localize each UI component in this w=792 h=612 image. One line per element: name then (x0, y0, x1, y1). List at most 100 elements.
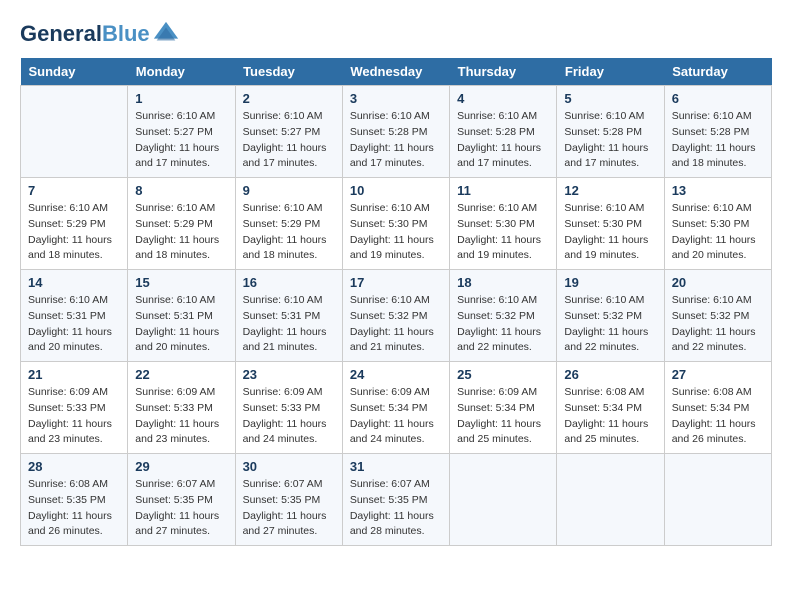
day-number: 12 (564, 183, 656, 198)
header-saturday: Saturday (664, 58, 771, 86)
day-number: 26 (564, 367, 656, 382)
day-number: 16 (243, 275, 335, 290)
day-cell: 26 Sunrise: 6:08 AMSunset: 5:34 PMDayligh… (557, 362, 664, 454)
day-cell: 6 Sunrise: 6:10 AMSunset: 5:28 PMDaylight… (664, 86, 771, 178)
header-monday: Monday (128, 58, 235, 86)
day-cell: 29 Sunrise: 6:07 AMSunset: 5:35 PMDayligh… (128, 454, 235, 546)
day-number: 23 (243, 367, 335, 382)
day-cell: 16 Sunrise: 6:10 AMSunset: 5:31 PMDayligh… (235, 270, 342, 362)
day-number: 10 (350, 183, 442, 198)
page-header: GeneralBlue (20, 20, 772, 48)
day-info: Sunrise: 6:10 AMSunset: 5:28 PMDaylight:… (350, 109, 442, 172)
day-number: 9 (243, 183, 335, 198)
day-info: Sunrise: 6:10 AMSunset: 5:29 PMDaylight:… (243, 201, 335, 264)
logo-icon (152, 20, 180, 48)
day-number: 15 (135, 275, 227, 290)
day-info: Sunrise: 6:07 AMSunset: 5:35 PMDaylight:… (350, 477, 442, 540)
day-number: 22 (135, 367, 227, 382)
day-info: Sunrise: 6:09 AMSunset: 5:34 PMDaylight:… (350, 385, 442, 448)
day-cell: 27 Sunrise: 6:08 AMSunset: 5:34 PMDayligh… (664, 362, 771, 454)
day-info: Sunrise: 6:10 AMSunset: 5:27 PMDaylight:… (243, 109, 335, 172)
day-number: 1 (135, 91, 227, 106)
header-wednesday: Wednesday (342, 58, 449, 86)
day-info: Sunrise: 6:10 AMSunset: 5:28 PMDaylight:… (564, 109, 656, 172)
day-cell: 23 Sunrise: 6:09 AMSunset: 5:33 PMDayligh… (235, 362, 342, 454)
day-number: 5 (564, 91, 656, 106)
header-row: SundayMondayTuesdayWednesdayThursdayFrid… (21, 58, 772, 86)
day-cell: 17 Sunrise: 6:10 AMSunset: 5:32 PMDayligh… (342, 270, 449, 362)
header-thursday: Thursday (450, 58, 557, 86)
day-cell: 19 Sunrise: 6:10 AMSunset: 5:32 PMDayligh… (557, 270, 664, 362)
day-cell (664, 454, 771, 546)
day-cell: 15 Sunrise: 6:10 AMSunset: 5:31 PMDayligh… (128, 270, 235, 362)
day-cell: 20Sunrise: 6:10 AMSunset: 5:32 PMDayligh… (664, 270, 771, 362)
week-row-2: 7 Sunrise: 6:10 AMSunset: 5:29 PMDaylight… (21, 178, 772, 270)
day-cell: 24 Sunrise: 6:09 AMSunset: 5:34 PMDayligh… (342, 362, 449, 454)
day-info: Sunrise: 6:10 AMSunset: 5:31 PMDaylight:… (28, 293, 120, 356)
day-number: 4 (457, 91, 549, 106)
week-row-4: 21 Sunrise: 6:09 AMSunset: 5:33 PMDayligh… (21, 362, 772, 454)
day-number: 27 (672, 367, 764, 382)
day-cell (557, 454, 664, 546)
header-sunday: Sunday (21, 58, 128, 86)
day-number: 2 (243, 91, 335, 106)
day-number: 28 (28, 459, 120, 474)
day-number: 8 (135, 183, 227, 198)
day-info: Sunrise: 6:10 AMSunset: 5:29 PMDaylight:… (28, 201, 120, 264)
week-row-5: 28 Sunrise: 6:08 AMSunset: 5:35 PMDayligh… (21, 454, 772, 546)
day-info: Sunrise: 6:10 AMSunset: 5:28 PMDaylight:… (672, 109, 764, 172)
day-number: 21 (28, 367, 120, 382)
day-number: 13 (672, 183, 764, 198)
day-info: Sunrise: 6:07 AMSunset: 5:35 PMDaylight:… (243, 477, 335, 540)
day-cell: 31Sunrise: 6:07 AMSunset: 5:35 PMDayligh… (342, 454, 449, 546)
day-info: Sunrise: 6:10 AMSunset: 5:32 PMDaylight:… (672, 293, 764, 356)
logo-text: GeneralBlue (20, 22, 150, 46)
calendar-table: SundayMondayTuesdayWednesdayThursdayFrid… (20, 58, 772, 546)
day-cell: 28 Sunrise: 6:08 AMSunset: 5:35 PMDayligh… (21, 454, 128, 546)
day-info: Sunrise: 6:08 AMSunset: 5:35 PMDaylight:… (28, 477, 120, 540)
day-number: 19 (564, 275, 656, 290)
day-cell: 7 Sunrise: 6:10 AMSunset: 5:29 PMDaylight… (21, 178, 128, 270)
day-info: Sunrise: 6:08 AMSunset: 5:34 PMDaylight:… (672, 385, 764, 448)
day-info: Sunrise: 6:07 AMSunset: 5:35 PMDaylight:… (135, 477, 227, 540)
day-cell: 30 Sunrise: 6:07 AMSunset: 5:35 PMDayligh… (235, 454, 342, 546)
day-number: 25 (457, 367, 549, 382)
day-info: Sunrise: 6:09 AMSunset: 5:34 PMDaylight:… (457, 385, 549, 448)
day-info: Sunrise: 6:10 AMSunset: 5:30 PMDaylight:… (457, 201, 549, 264)
day-number: 17 (350, 275, 442, 290)
day-number: 24 (350, 367, 442, 382)
day-number: 14 (28, 275, 120, 290)
day-number: 6 (672, 91, 764, 106)
day-cell: 14 Sunrise: 6:10 AMSunset: 5:31 PMDayligh… (21, 270, 128, 362)
day-cell: 21 Sunrise: 6:09 AMSunset: 5:33 PMDayligh… (21, 362, 128, 454)
day-info: Sunrise: 6:10 AMSunset: 5:31 PMDaylight:… (243, 293, 335, 356)
day-info: Sunrise: 6:10 AMSunset: 5:28 PMDaylight:… (457, 109, 549, 172)
header-tuesday: Tuesday (235, 58, 342, 86)
day-info: Sunrise: 6:09 AMSunset: 5:33 PMDaylight:… (243, 385, 335, 448)
day-info: Sunrise: 6:10 AMSunset: 5:30 PMDaylight:… (672, 201, 764, 264)
day-number: 7 (28, 183, 120, 198)
day-info: Sunrise: 6:09 AMSunset: 5:33 PMDaylight:… (28, 385, 120, 448)
day-info: Sunrise: 6:08 AMSunset: 5:34 PMDaylight:… (564, 385, 656, 448)
day-cell: 18Sunrise: 6:10 AMSunset: 5:32 PMDayligh… (450, 270, 557, 362)
day-cell: 2 Sunrise: 6:10 AMSunset: 5:27 PMDaylight… (235, 86, 342, 178)
day-cell: 8 Sunrise: 6:10 AMSunset: 5:29 PMDaylight… (128, 178, 235, 270)
day-cell: 25 Sunrise: 6:09 AMSunset: 5:34 PMDayligh… (450, 362, 557, 454)
day-cell: 22Sunrise: 6:09 AMSunset: 5:33 PMDayligh… (128, 362, 235, 454)
day-info: Sunrise: 6:10 AMSunset: 5:27 PMDaylight:… (135, 109, 227, 172)
day-number: 3 (350, 91, 442, 106)
day-info: Sunrise: 6:10 AMSunset: 5:32 PMDaylight:… (564, 293, 656, 356)
day-cell: 11 Sunrise: 6:10 AMSunset: 5:30 PMDayligh… (450, 178, 557, 270)
day-number: 29 (135, 459, 227, 474)
day-cell: 12Sunrise: 6:10 AMSunset: 5:30 PMDayligh… (557, 178, 664, 270)
day-info: Sunrise: 6:10 AMSunset: 5:30 PMDaylight:… (350, 201, 442, 264)
day-cell: 5 Sunrise: 6:10 AMSunset: 5:28 PMDaylight… (557, 86, 664, 178)
day-info: Sunrise: 6:10 AMSunset: 5:32 PMDaylight:… (350, 293, 442, 356)
day-info: Sunrise: 6:10 AMSunset: 5:29 PMDaylight:… (135, 201, 227, 264)
day-info: Sunrise: 6:10 AMSunset: 5:31 PMDaylight:… (135, 293, 227, 356)
day-info: Sunrise: 6:10 AMSunset: 5:32 PMDaylight:… (457, 293, 549, 356)
day-cell: 4 Sunrise: 6:10 AMSunset: 5:28 PMDaylight… (450, 86, 557, 178)
day-number: 30 (243, 459, 335, 474)
day-cell: 1 Sunrise: 6:10 AMSunset: 5:27 PMDaylight… (128, 86, 235, 178)
day-number: 11 (457, 183, 549, 198)
